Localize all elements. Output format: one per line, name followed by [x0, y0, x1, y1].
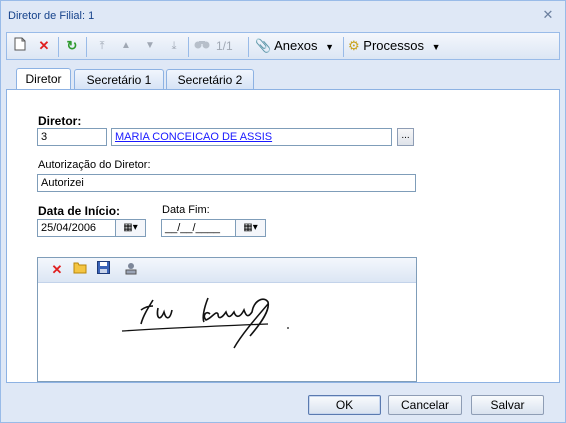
previous-record-icon[interactable]: ▲: [117, 37, 135, 55]
last-record-icon[interactable]: ⤓: [165, 37, 183, 55]
signature-toolbar: ✕: [38, 258, 416, 283]
refresh-icon[interactable]: ↻: [63, 37, 81, 55]
title-bar[interactable]: Diretor de Filial: 1 ✕: [1, 1, 565, 31]
director-name-link[interactable]: MARIA CONCEICAO DE ASSIS: [115, 131, 272, 143]
dialog-footer: OK Cancelar Salvar: [1, 385, 565, 421]
toolbar-separator: [58, 37, 59, 57]
signature-box: ✕: [37, 257, 417, 382]
toolbar-separator: [248, 37, 249, 57]
attachments-label: Anexos: [274, 38, 318, 53]
dialog-window: Diretor de Filial: 1 ✕ ✕ ↻ ⤒ ▲ ▼ ⤓ 1/1 📎…: [0, 0, 566, 423]
main-toolbar: ✕ ↻ ⤒ ▲ ▼ ⤓ 1/1 📎 Anexos ▼ ⚙ Processos ▼: [6, 32, 560, 60]
delete-icon[interactable]: ✕: [35, 37, 53, 55]
tab-secretario-2[interactable]: Secretário 2: [166, 69, 254, 89]
window-title: Diretor de Filial: 1: [8, 10, 95, 22]
processes-label: Processos: [363, 38, 424, 53]
first-record-icon[interactable]: ⤒: [93, 37, 111, 55]
scanner-icon[interactable]: [122, 261, 140, 279]
end-date-input[interactable]: __/__/____: [161, 219, 236, 237]
clear-signature-icon[interactable]: ✕: [48, 261, 66, 279]
tab-secretario-1[interactable]: Secretário 1: [74, 69, 164, 89]
paperclip-icon: 📎: [255, 38, 272, 53]
search-icon[interactable]: [193, 37, 211, 55]
director-label: Diretor:: [38, 114, 82, 128]
new-record-icon[interactable]: [11, 37, 29, 55]
director-name-field[interactable]: MARIA CONCEICAO DE ASSIS: [111, 128, 392, 146]
director-code-input[interactable]: 3: [37, 128, 107, 146]
toolbar-separator: [343, 37, 344, 57]
cancel-button[interactable]: Cancelar: [388, 395, 462, 415]
close-icon[interactable]: ✕: [541, 8, 555, 22]
next-record-icon[interactable]: ▼: [141, 37, 159, 55]
record-position: 1/1: [216, 39, 233, 53]
start-date-picker-button[interactable]: ▦▾: [116, 219, 146, 237]
ok-button[interactable]: OK: [308, 395, 381, 415]
save-icon[interactable]: [94, 261, 112, 279]
end-date-label: Data Fim:: [162, 204, 210, 216]
tab-strip: Diretor Secretário 1 Secretário 2: [6, 61, 560, 90]
tab-diretor[interactable]: Diretor: [16, 68, 71, 90]
toolbar-separator: [188, 37, 189, 57]
gears-icon: ⚙: [348, 38, 360, 53]
start-date-input[interactable]: 25/04/2006: [37, 219, 116, 237]
processes-button[interactable]: ⚙ Processos ▼: [348, 37, 452, 55]
authorization-input[interactable]: Autorizei: [37, 174, 416, 192]
open-folder-icon[interactable]: [71, 261, 89, 279]
end-date-picker-button[interactable]: ▦▾: [236, 219, 266, 237]
calendar-icon: ▦▾: [123, 222, 138, 233]
lookup-button[interactable]: ...: [397, 128, 414, 146]
save-button[interactable]: Salvar: [471, 395, 544, 415]
attachments-button[interactable]: 📎 Anexos ▼: [255, 37, 339, 55]
calendar-icon: ▦▾: [243, 222, 258, 233]
signature-image: [121, 297, 289, 349]
authorization-label: Autorização do Diretor:: [38, 159, 151, 171]
chevron-down-icon: ▼: [325, 42, 335, 52]
start-date-label: Data de Início:: [38, 204, 121, 218]
toolbar-separator: [86, 37, 87, 57]
chevron-down-icon: ▼: [431, 42, 441, 52]
